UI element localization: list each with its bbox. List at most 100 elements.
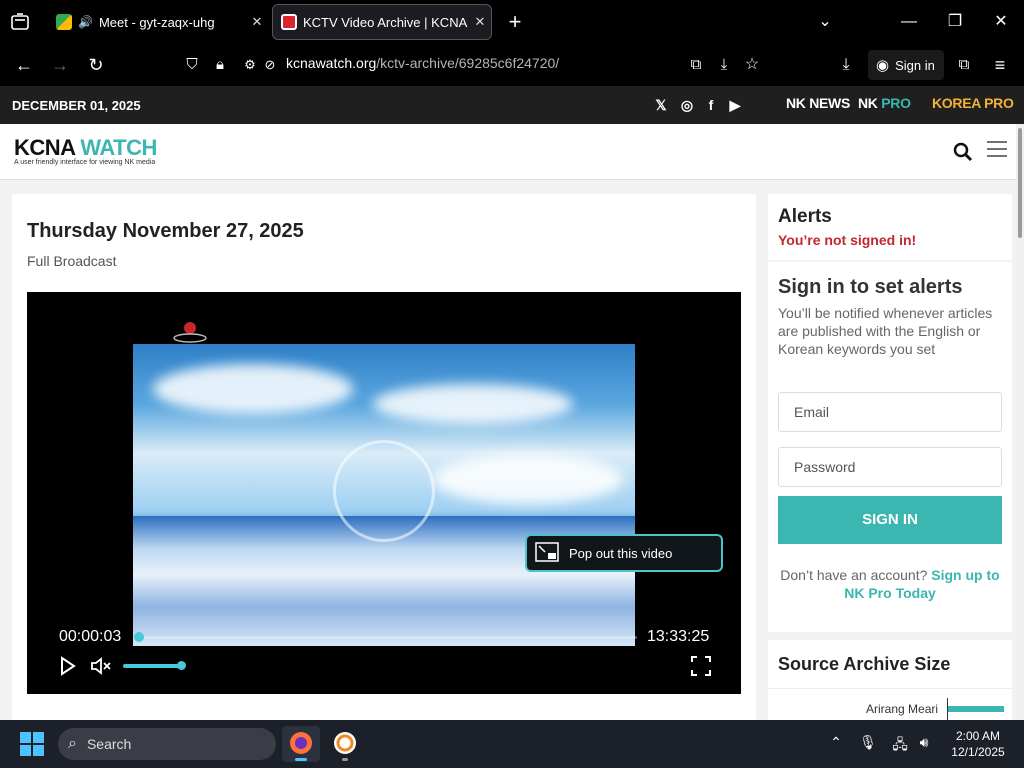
system-clock[interactable]: 2:00 AM 12/1/2025 (945, 728, 1011, 760)
hamburger-menu-icon[interactable] (986, 138, 1008, 160)
url-path: /kctv-archive/69285c6f24720/ (376, 55, 560, 71)
archive-title: Source Archive Size (778, 654, 951, 674)
sign-in-label: Sign in (895, 57, 935, 73)
broadcast-date-heading: Thursday November 27, 2025 (27, 220, 304, 242)
tab-meet[interactable]: 🔊 Meet - gyt-zaqx-uhg ✕ (44, 4, 268, 40)
nk-pro-link[interactable]: NK PRO (858, 95, 911, 111)
search-icon[interactable] (952, 141, 974, 163)
no-account-prompt: Don’t have an account? Sign up to NK Pro… (778, 566, 1002, 602)
nk-pro-part2: PRO (881, 95, 911, 111)
play-icon[interactable] (55, 654, 79, 678)
reload-button[interactable]: ↻ (82, 52, 110, 78)
sign-in-description: You’ll be notified whenever articles are… (778, 305, 993, 357)
translate-icon[interactable]: ⧉ (682, 52, 710, 78)
no-account-text: Don’t have an account? (780, 567, 928, 583)
page-scrollbar[interactable] (1016, 124, 1024, 720)
fullscreen-icon[interactable] (689, 654, 713, 678)
vpn-app-icon[interactable] (326, 726, 364, 762)
clock-date: 12/1/2025 (951, 745, 1005, 759)
sign-in-card: Sign in to set alerts You’ll be notified… (768, 262, 1012, 632)
windows-start-icon[interactable] (20, 732, 44, 756)
alerts-title: Alerts (778, 206, 832, 227)
cloud-shape (153, 364, 353, 414)
close-tab-button[interactable]: ✕ (246, 14, 268, 30)
divider (768, 688, 1012, 689)
forward-button[interactable]: → (46, 52, 74, 78)
url-bar[interactable]: kcnawatch.org/kctv-archive/69285c6f24720… (286, 55, 559, 71)
downloads-icon[interactable]: ⤓ (832, 52, 860, 78)
url-domain: kcnawatch.org (286, 55, 377, 71)
password-field[interactable]: Password (778, 447, 1002, 487)
nk-news-link[interactable]: NK NEWS (786, 95, 850, 111)
not-signed-in-warning: You’re not signed in! (778, 232, 917, 248)
browser-sign-in-button[interactable]: ◉ Sign in (868, 50, 944, 80)
seek-handle[interactable] (134, 632, 144, 642)
close-window-button[interactable]: ✕ (986, 8, 1016, 36)
tab-title: KCTV Video Archive | KCNA Wat (303, 14, 469, 30)
alerts-card: Alerts You’re not signed in! (768, 194, 1012, 260)
list-all-tabs-icon[interactable]: ⌄ (810, 8, 840, 36)
logo-tagline: A user friendly interface for viewing NK… (14, 159, 156, 166)
volume-handle[interactable] (177, 661, 186, 670)
logo-part1: KCNA (14, 135, 75, 160)
broadcast-type: Full Broadcast (27, 253, 117, 269)
site-header: KCNA WATCH A user friendly interface for… (0, 124, 1016, 180)
bookmark-star-icon[interactable]: ☆ (738, 52, 766, 78)
youtube-icon[interactable]: ▶ (726, 96, 744, 114)
browser-nav-bar: ← → ↻ ⛉ 🔒︎ ⚙ ⊘ kcnawatch.org/kctv-archiv… (0, 44, 1024, 86)
network-icon[interactable]: 🖧 (890, 734, 910, 754)
pop-out-video-button[interactable]: Pop out this video (525, 534, 723, 572)
tab-title: Meet - gyt-zaqx-uhg (98, 14, 215, 30)
scroll-thumb[interactable] (1018, 128, 1022, 238)
korea-pro-part1: KOREA (932, 95, 981, 111)
nk-pro-part1: NK (858, 95, 878, 111)
new-tab-button[interactable]: + (502, 8, 528, 36)
google-meet-icon (56, 14, 72, 30)
archive-row-label: Arirang Meari (866, 702, 939, 716)
archive-bar (948, 706, 1004, 712)
search-icon: ⌕ (68, 735, 77, 752)
extensions-icon[interactable]: ⧉ (950, 52, 978, 78)
account-icon: ◉ (876, 57, 890, 74)
korea-pro-link[interactable]: KOREA PRO (932, 95, 1014, 111)
video-player[interactable]: Pop out this video 00:00:03 13:33:25 (27, 292, 741, 694)
volume-slider[interactable] (123, 664, 183, 668)
lock-icon[interactable]: 🔒︎ (206, 52, 234, 78)
microphone-icon[interactable]: 🎙︎ (858, 734, 878, 754)
back-button[interactable]: ← (10, 52, 38, 78)
sign-in-title: Sign in to set alerts (778, 276, 963, 298)
tab-kctv[interactable]: KCTV Video Archive | KCNA Wat ✕ (272, 4, 492, 40)
browser-tab-bar: 🔊 Meet - gyt-zaqx-uhg ✕ KCTV Video Archi… (0, 0, 1024, 44)
tracking-blocked-icon[interactable]: ⊘ (256, 52, 284, 78)
main-content-card: Thursday November 27, 2025 Full Broadcas… (12, 194, 756, 724)
firefox-icon[interactable] (282, 726, 320, 762)
save-page-icon[interactable]: ⤓ (710, 52, 738, 78)
kcna-watch-logo[interactable]: KCNA WATCH (14, 135, 157, 161)
site-date: DECEMBER 01, 2025 (12, 98, 141, 113)
app-menu-icon[interactable]: ≡ (986, 52, 1014, 78)
duration: 13:33:25 (647, 628, 710, 645)
close-tab-button[interactable]: ✕ (469, 14, 491, 30)
source-archive-card: Source Archive Size Arirang Meari (768, 640, 1012, 720)
mute-icon[interactable] (89, 654, 113, 678)
pop-out-label: Pop out this video (569, 545, 673, 561)
minimize-button[interactable]: — (894, 8, 924, 36)
site-top-bar: DECEMBER 01, 2025 𝕏 ◎ f ▶ NK NEWS NK PRO… (0, 86, 1024, 124)
logo-part2: WATCH (80, 135, 157, 160)
volume-icon[interactable]: 🔊︎ (914, 734, 934, 754)
taskbar: ⌕ Search ⌃ 🎙︎ 🖧 🔊︎ 2:00 AM 12/1/2025 (0, 720, 1024, 768)
show-hidden-icons-icon[interactable]: ⌃ (826, 734, 846, 754)
tab-list-icon[interactable] (8, 10, 32, 34)
taskbar-search[interactable]: ⌕ Search (58, 728, 276, 760)
kctv-emblem-icon (173, 318, 207, 344)
korea-pro-part2: PRO (984, 95, 1014, 111)
x-twitter-icon[interactable]: 𝕏 (652, 96, 670, 114)
instagram-icon[interactable]: ◎ (678, 96, 696, 114)
facebook-icon[interactable]: f (702, 96, 720, 114)
email-field[interactable]: Email (778, 392, 1002, 432)
shield-icon[interactable]: ⛉ (178, 52, 206, 78)
sign-in-button[interactable]: SIGN IN (778, 496, 1002, 544)
maximize-button[interactable]: ❐ (940, 8, 970, 36)
seek-bar[interactable] (137, 636, 637, 639)
play-overlay-icon[interactable] (333, 440, 435, 542)
